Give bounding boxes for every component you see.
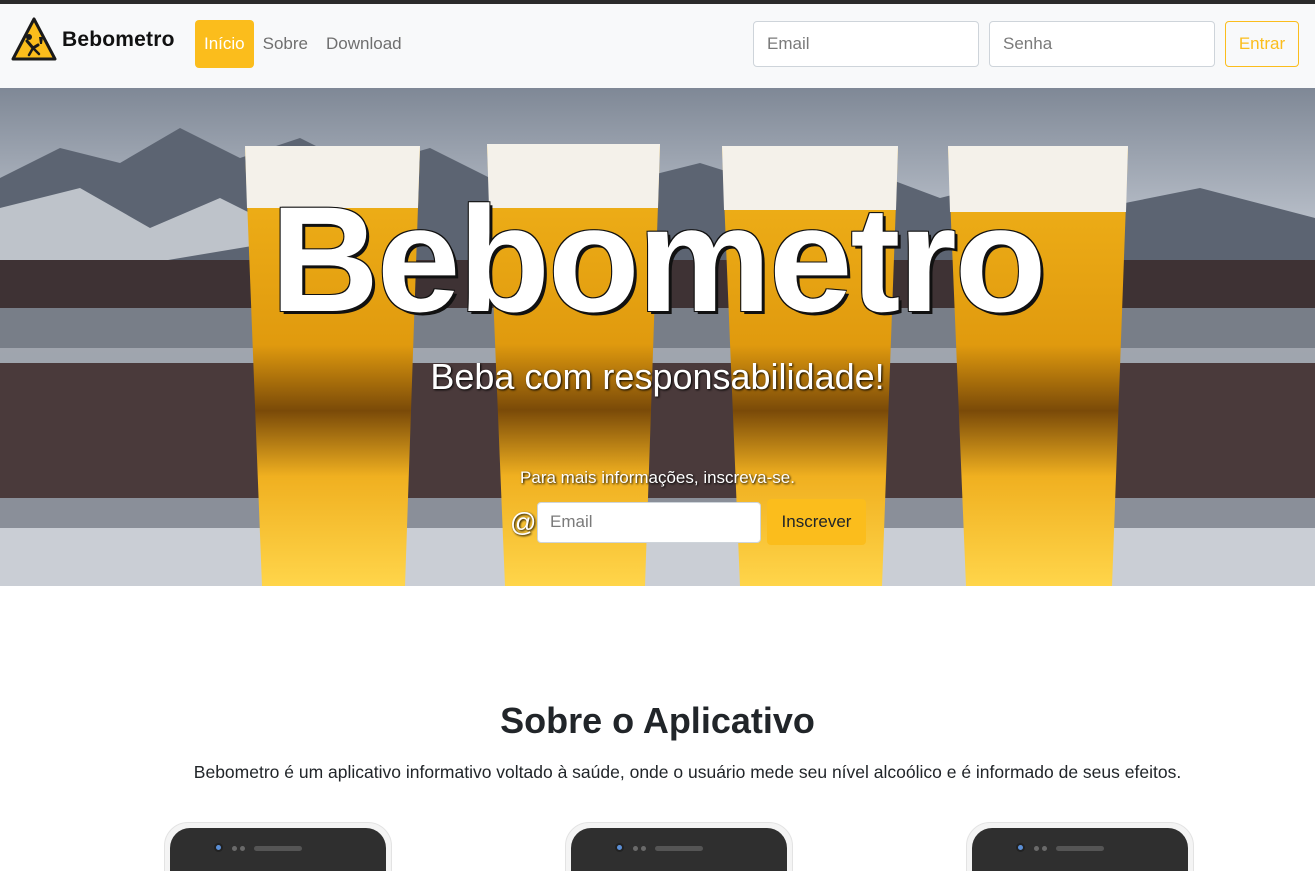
sensor-dot <box>1034 846 1039 851</box>
subscribe-form: @ Inscrever <box>510 499 866 545</box>
about-title: Sobre o Aplicativo <box>500 700 815 741</box>
nav-link-sobre[interactable]: Sobre <box>254 20 317 68</box>
phone-mockup <box>164 822 392 871</box>
login-email-input[interactable] <box>753 21 979 67</box>
phone-mockup <box>565 822 793 871</box>
brand-name: Bebometro <box>62 28 175 51</box>
login-password-input[interactable] <box>989 21 1215 67</box>
nav-link-inicio[interactable]: Início <box>195 20 254 68</box>
sensor-dot <box>633 846 638 851</box>
camera-icon <box>214 843 223 852</box>
about-description: Bebometro é um aplicativo informativo vo… <box>193 762 1182 782</box>
sensor-dot <box>1042 846 1047 851</box>
subscribe-email-input[interactable] <box>537 501 761 543</box>
speaker-grille <box>254 846 302 851</box>
speaker-grille <box>1056 846 1104 851</box>
brand[interactable]: Bebometro <box>11 15 175 65</box>
navbar: Bebometro Início Sobre Download Entrar <box>0 4 1315 88</box>
drunk-warning-icon <box>11 17 57 61</box>
hero-title: Bebometro <box>270 175 1047 343</box>
speaker-grille <box>655 846 703 851</box>
login-form: Entrar <box>753 21 1299 67</box>
hero-subtitle: Beba com responsabilidade! <box>430 356 885 397</box>
subscribe-button[interactable]: Inscrever <box>767 499 866 545</box>
nav-link-download[interactable]: Download <box>317 20 411 68</box>
camera-icon <box>615 843 624 852</box>
phone-mockup <box>966 822 1194 871</box>
hero-info-text: Para mais informações, inscreva-se. <box>520 468 795 487</box>
sensor-dot <box>240 846 245 851</box>
sensor-dot <box>232 846 237 851</box>
hero: Bebometro Beba com responsabilidade! Par… <box>0 88 1315 586</box>
login-button[interactable]: Entrar <box>1225 21 1299 67</box>
sensor-dot <box>641 846 646 851</box>
at-sign-icon: @ <box>510 506 537 537</box>
camera-icon <box>1016 843 1025 852</box>
main-nav: Início Sobre Download <box>195 20 411 68</box>
